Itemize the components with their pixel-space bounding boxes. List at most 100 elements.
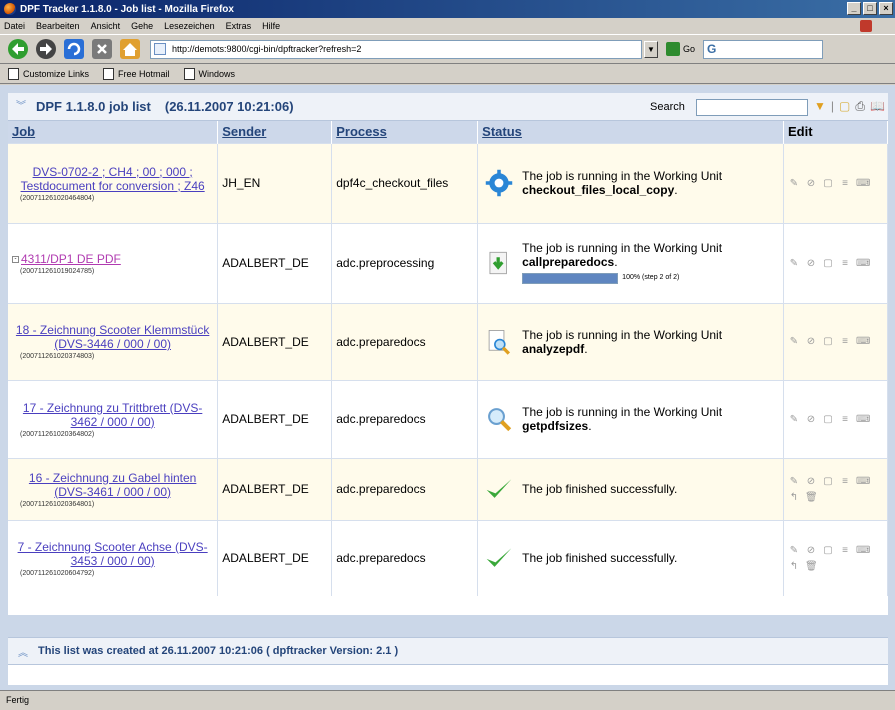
trash-icon[interactable]: 🗑 bbox=[805, 561, 818, 572]
edit-cell: ✎ ⊘ ▢ ≡ ⌨ bbox=[783, 222, 889, 303]
job-link[interactable]: DVS-0702-2 ; CH4 ; 00 ; 000 ; Testdocume… bbox=[12, 165, 213, 193]
list-footer: ︽ This list was created at 26.11.2007 10… bbox=[8, 637, 888, 665]
process-cell: dpf4c_checkout_files bbox=[331, 142, 479, 223]
sort-job-link[interactable]: Job bbox=[12, 124, 35, 139]
trash-icon[interactable]: 🗑 bbox=[805, 492, 818, 503]
table-row: 18 - Zeichnung Scooter Klemmstück (DVS-3… bbox=[8, 302, 889, 380]
reload-button[interactable] bbox=[62, 37, 86, 61]
go-button[interactable] bbox=[666, 42, 680, 56]
job-link[interactable]: 16 - Zeichnung zu Gabel hinten (DVS-3461… bbox=[12, 471, 213, 499]
checkmark-icon bbox=[482, 541, 516, 575]
expand-chevron-icon[interactable]: ︽ bbox=[18, 644, 28, 659]
bookmark-windows[interactable]: Windows bbox=[183, 67, 235, 80]
stop-job-icon[interactable]: ⊘ bbox=[805, 414, 817, 425]
home-button[interactable] bbox=[118, 37, 142, 61]
go-label[interactable]: Go bbox=[683, 44, 695, 54]
edit-pencil-icon[interactable]: ✎ bbox=[788, 178, 800, 189]
url-bar[interactable]: http://demots:9800/cgi-bin/dpftracker?re… bbox=[150, 39, 642, 59]
expand-icon[interactable]: - bbox=[12, 255, 19, 263]
stop-job-icon[interactable]: ⊘ bbox=[805, 476, 817, 487]
column-header-sender[interactable]: Sender bbox=[217, 121, 333, 143]
stop-job-icon[interactable]: ⊘ bbox=[805, 178, 817, 189]
menu-datei[interactable]: Datei bbox=[4, 21, 25, 31]
edit-pencil-icon[interactable]: ✎ bbox=[788, 258, 800, 269]
page-icon bbox=[154, 43, 166, 55]
comment-icon[interactable]: ⌨ bbox=[856, 258, 870, 269]
bookmark-customize-links[interactable]: Customize Links bbox=[8, 67, 89, 80]
collapse-chevron-icon[interactable]: ︾ bbox=[16, 101, 28, 113]
print-icon[interactable]: ⎙ bbox=[855, 98, 865, 114]
document-icon[interactable]: ▢ bbox=[822, 336, 834, 347]
help-book-icon[interactable]: 📖 bbox=[870, 98, 885, 114]
navigation-toolbar: http://demots:9800/cgi-bin/dpftracker?re… bbox=[0, 34, 895, 64]
stop-job-icon[interactable]: ⊘ bbox=[805, 336, 817, 347]
document-icon[interactable]: ▢ bbox=[822, 476, 834, 487]
edit-pencil-icon[interactable]: ✎ bbox=[788, 476, 800, 487]
stop-button[interactable] bbox=[90, 37, 114, 61]
comment-icon[interactable]: ⌨ bbox=[856, 414, 870, 425]
close-icon[interactable]: × bbox=[879, 2, 893, 15]
column-header-status[interactable]: Status bbox=[477, 121, 784, 143]
menu-extras[interactable]: Extras bbox=[226, 21, 252, 31]
column-header-job[interactable]: Job bbox=[8, 121, 219, 143]
bookmarks-toolbar: Customize Links Free Hotmail Windows bbox=[0, 64, 895, 84]
edit-pencil-icon[interactable]: ✎ bbox=[788, 414, 800, 425]
stop-icon bbox=[92, 39, 112, 59]
column-header-process[interactable]: Process bbox=[331, 121, 479, 143]
web-search-input[interactable]: G bbox=[703, 39, 824, 59]
list-icon[interactable]: ≡ bbox=[839, 258, 851, 269]
job-list-header: ︾ DPF 1.1.8.0 job list (26.11.2007 10:21… bbox=[8, 93, 888, 121]
status-message: The job is running in the Working Unit bbox=[522, 405, 723, 419]
menu-hilfe[interactable]: Hilfe bbox=[262, 21, 280, 31]
process-cell: adc.preparedocs bbox=[331, 519, 479, 596]
bookmark-page-icon bbox=[183, 67, 195, 80]
job-link[interactable]: 4311/DP1 DE PDF bbox=[21, 252, 121, 266]
sort-process-link[interactable]: Process bbox=[336, 124, 387, 139]
menu-gehe[interactable]: Gehe bbox=[131, 21, 153, 31]
list-icon[interactable]: ≡ bbox=[839, 476, 851, 487]
list-icon[interactable]: ≡ bbox=[839, 545, 851, 556]
edit-pencil-icon[interactable]: ✎ bbox=[788, 336, 800, 347]
list-icon[interactable]: ≡ bbox=[839, 178, 851, 189]
comment-icon[interactable]: ⌨ bbox=[856, 178, 870, 189]
new-document-icon[interactable]: ▢ bbox=[839, 98, 850, 114]
job-id: (20071126102060479​2) bbox=[20, 569, 95, 577]
menu-ansicht[interactable]: Ansicht bbox=[91, 21, 121, 31]
url-dropdown-icon[interactable]: ▼ bbox=[644, 40, 658, 58]
status-cell: The job finished successfully. bbox=[477, 457, 784, 520]
search-input[interactable] bbox=[696, 99, 808, 116]
menu-lesezeichen[interactable]: Lesezeichen bbox=[164, 21, 215, 31]
job-link[interactable]: 7 - Zeichnung Scooter Achse (DVS-3453 / … bbox=[12, 540, 213, 568]
document-icon[interactable]: ▢ bbox=[822, 414, 834, 425]
bookmark-free-hotmail[interactable]: Free Hotmail bbox=[103, 67, 170, 80]
list-icon[interactable]: ≡ bbox=[839, 414, 851, 425]
edit-cell: ✎ ⊘ ▢ ≡ ⌨ ↰ 🗑 bbox=[783, 519, 889, 596]
comment-icon[interactable]: ⌨ bbox=[856, 336, 870, 347]
forward-button[interactable] bbox=[34, 37, 58, 61]
filter-icon[interactable]: ▼ bbox=[814, 98, 826, 114]
minimize-icon[interactable]: _ bbox=[847, 2, 861, 15]
comment-icon[interactable]: ⌨ bbox=[856, 545, 870, 556]
list-icon[interactable]: ≡ bbox=[839, 336, 851, 347]
menu-bearbeiten[interactable]: Bearbeiten bbox=[36, 21, 80, 31]
restart-icon[interactable]: ↰ bbox=[788, 561, 800, 572]
process-cell: adc.preprocessing bbox=[331, 222, 479, 303]
sort-status-link[interactable]: Status bbox=[482, 124, 522, 139]
job-table: Job Sender Process Status Edit DVS-0702-… bbox=[8, 121, 889, 596]
progress-fill bbox=[523, 273, 618, 283]
document-icon[interactable]: ▢ bbox=[822, 178, 834, 189]
footer-spacer bbox=[8, 615, 888, 637]
restart-icon[interactable]: ↰ bbox=[788, 492, 800, 503]
stop-job-icon[interactable]: ⊘ bbox=[805, 258, 817, 269]
document-icon[interactable]: ▢ bbox=[822, 545, 834, 556]
edit-pencil-icon[interactable]: ✎ bbox=[788, 545, 800, 556]
sort-sender-link[interactable]: Sender bbox=[222, 124, 266, 139]
job-link[interactable]: 17 - Zeichnung zu Trittbrett (DVS-3462 /… bbox=[12, 401, 213, 429]
maximize-icon[interactable]: □ bbox=[863, 2, 877, 15]
status-message: The job is running in the Working Unit bbox=[522, 241, 723, 255]
comment-icon[interactable]: ⌨ bbox=[856, 476, 870, 487]
stop-job-icon[interactable]: ⊘ bbox=[805, 545, 817, 556]
back-button[interactable] bbox=[6, 37, 30, 61]
document-icon[interactable]: ▢ bbox=[822, 258, 834, 269]
job-link[interactable]: 18 - Zeichnung Scooter Klemmstück (DVS-3… bbox=[12, 323, 213, 351]
